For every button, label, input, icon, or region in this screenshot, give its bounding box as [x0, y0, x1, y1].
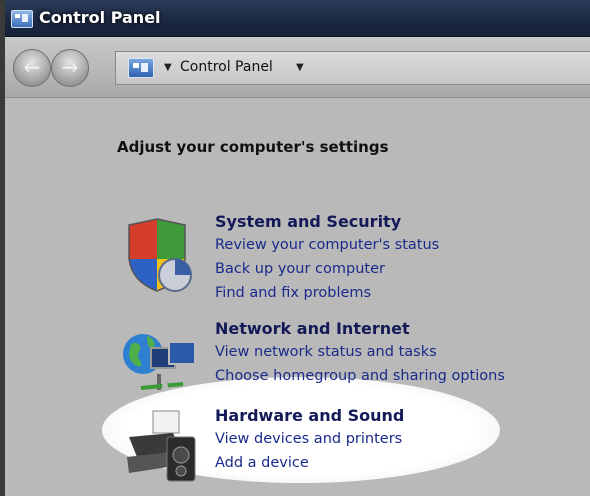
- printer-icon[interactable]: [123, 407, 199, 487]
- network-globe-icon[interactable]: [121, 330, 199, 396]
- shield-icon[interactable]: [123, 217, 195, 295]
- category-hardware-sound: Hardware and Sound View devices and prin…: [215, 405, 404, 475]
- window-title: Control Panel: [39, 8, 161, 27]
- category-system-security: System and Security Review your computer…: [215, 211, 439, 305]
- devices-printers-link[interactable]: View devices and printers: [215, 427, 404, 451]
- breadcrumb-control-panel[interactable]: Control Panel: [180, 59, 273, 75]
- system-security-link[interactable]: System and Security: [215, 211, 439, 233]
- back-arrow-icon: ←: [23, 55, 41, 79]
- main-content: Adjust your computer's settings System a…: [5, 98, 590, 496]
- network-internet-link[interactable]: Network and Internet: [215, 318, 505, 340]
- control-panel-icon: [128, 58, 154, 78]
- forward-button[interactable]: →: [51, 49, 89, 87]
- category-network-internet: Network and Internet View network status…: [215, 318, 505, 388]
- review-status-link[interactable]: Review your computer's status: [215, 233, 439, 257]
- fix-problems-link[interactable]: Find and fix problems: [215, 281, 439, 305]
- title-bar: Control Panel: [5, 0, 590, 37]
- page-title: Adjust your computer's settings: [117, 138, 389, 156]
- homegroup-sharing-link[interactable]: Choose homegroup and sharing options: [215, 364, 505, 388]
- back-button[interactable]: ←: [13, 49, 51, 87]
- chevron-down-icon[interactable]: ▼: [164, 62, 172, 73]
- chevron-down-icon[interactable]: ▼: [296, 62, 304, 73]
- control-panel-icon: [11, 10, 33, 28]
- add-device-link[interactable]: Add a device: [215, 451, 404, 475]
- navigation-bar: ← → ▼ Control Panel ▼: [5, 37, 590, 98]
- address-bar[interactable]: ▼ Control Panel ▼: [115, 51, 590, 85]
- hardware-sound-link[interactable]: Hardware and Sound: [215, 405, 404, 427]
- network-status-link[interactable]: View network status and tasks: [215, 340, 505, 364]
- backup-link[interactable]: Back up your computer: [215, 257, 439, 281]
- forward-arrow-icon: →: [61, 55, 79, 79]
